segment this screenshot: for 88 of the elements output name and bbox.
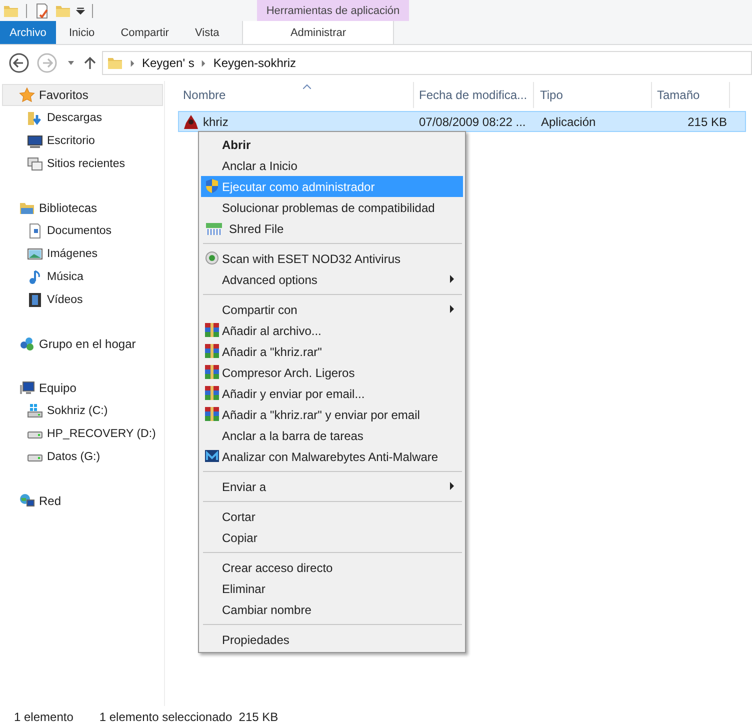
column-header[interactable]: Tamaño xyxy=(652,82,730,108)
ribbon-tab[interactable]: Archivo xyxy=(0,21,56,44)
menu-item[interactable]: Compartir con xyxy=(201,299,463,320)
menu-item[interactable]: Añadir y enviar por email... xyxy=(201,383,463,404)
file-type: Aplicación xyxy=(540,114,597,128)
shield-icon xyxy=(204,178,220,194)
back-icon[interactable] xyxy=(8,52,30,74)
menu-item[interactable]: Eliminar xyxy=(201,578,463,599)
downloads-icon xyxy=(27,110,43,126)
nav-item[interactable]: Sokhriz (C:) xyxy=(2,400,163,422)
system-drive-icon xyxy=(27,403,43,419)
nav-item[interactable]: Imágenes xyxy=(2,243,163,265)
status-text: 1 elemento seleccionado 215 KB xyxy=(99,710,278,724)
menu-item[interactable]: Añadir a "khriz.rar" y enviar por email xyxy=(201,404,463,425)
ribbon-tab[interactable]: Inicio xyxy=(56,21,108,44)
breadcrumb-item[interactable]: Keygen-sokhriz xyxy=(213,56,296,70)
nav-item[interactable]: Música xyxy=(2,266,163,288)
menu-item[interactable]: Shred File xyxy=(201,218,463,239)
computer-icon xyxy=(19,380,35,396)
submenu-arrow-icon xyxy=(450,275,454,283)
breadcrumb-item[interactable]: Keygen' s xyxy=(142,56,194,70)
nav-item[interactable]: Vídeos xyxy=(2,289,163,311)
nav-item[interactable]: Red xyxy=(2,490,163,512)
menu-item[interactable]: Enviar a xyxy=(201,476,463,497)
nav-item[interactable]: Equipo xyxy=(2,377,163,399)
eye-icon xyxy=(204,250,220,266)
recent-icon xyxy=(27,156,43,172)
video-icon xyxy=(27,292,43,308)
context-tab-header: Herramientas de aplicación xyxy=(257,0,409,21)
image-icon xyxy=(27,246,43,262)
network-icon xyxy=(19,493,35,509)
menu-item[interactable]: Anclar a la barra de tareas xyxy=(201,425,463,446)
menu-item[interactable]: Advanced options xyxy=(201,269,463,290)
chevron-icon[interactable] xyxy=(130,60,135,66)
nav-item[interactable]: Documentos xyxy=(2,220,163,242)
column-header[interactable]: Fecha de modifica... xyxy=(414,82,534,108)
menu-item[interactable]: Crear acceso directo xyxy=(201,557,463,578)
menu-item[interactable]: Cambiar nombre xyxy=(201,599,463,620)
file-size: 215 KB xyxy=(686,114,728,128)
chevron-icon[interactable] xyxy=(201,60,206,66)
document-icon[interactable] xyxy=(34,2,50,18)
m-logo-icon xyxy=(204,448,220,464)
archive-icon xyxy=(204,322,220,338)
archive-icon xyxy=(204,406,220,422)
nav-item[interactable]: Bibliotecas xyxy=(2,197,163,219)
menu-item[interactable]: Analizar con Malwarebytes Anti-Malware xyxy=(201,446,463,467)
ribbon-tab[interactable]: Vista xyxy=(182,21,232,44)
archive-icon xyxy=(204,385,220,401)
nav-item[interactable]: Datos (G:) xyxy=(2,446,163,468)
nav-item[interactable]: Grupo en el hogar xyxy=(2,333,163,355)
nav-item[interactable]: Favoritos xyxy=(2,84,163,106)
up-icon[interactable] xyxy=(84,56,96,70)
library-icon xyxy=(19,200,35,216)
submenu-arrow-icon xyxy=(450,305,454,313)
column-header[interactable]: Tipo xyxy=(534,82,652,108)
file-row[interactable]: khriz 07/08/2009 08:22 ... Aplicación 215 KB xyxy=(178,111,746,132)
address-bar[interactable]: Keygen' s Keygen-sokhriz xyxy=(102,51,752,75)
menu-item[interactable]: Scan with ESET NOD32 Antivirus xyxy=(201,248,463,269)
ribbon-tab[interactable]: Administrar xyxy=(242,21,394,44)
nav-item[interactable]: Escritorio xyxy=(2,130,163,152)
document-icon xyxy=(27,223,43,239)
menu-item[interactable]: Añadir al archivo... xyxy=(201,320,463,341)
submenu-arrow-icon xyxy=(450,482,454,490)
homegroup-icon xyxy=(19,336,35,352)
nav-item[interactable]: HP_RECOVERY (D:) xyxy=(2,423,163,445)
shredder-icon xyxy=(204,220,224,236)
music-icon xyxy=(27,269,43,285)
ribbon-tab[interactable]: Compartir xyxy=(108,21,182,44)
folder-icon xyxy=(107,55,123,71)
dropdown-icon[interactable] xyxy=(76,6,85,15)
column-header[interactable]: Nombre xyxy=(178,82,414,108)
menu-item[interactable]: Cortar xyxy=(201,506,463,527)
archive-icon xyxy=(204,343,220,359)
menu-item[interactable]: Abrir xyxy=(201,134,463,155)
menu-item[interactable]: Copiar xyxy=(201,527,463,548)
desktop-icon xyxy=(27,133,43,149)
menu-item[interactable]: Propiedades xyxy=(201,629,463,650)
menu-item[interactable]: Añadir a "khriz.rar" xyxy=(201,341,463,362)
archive-icon xyxy=(204,364,220,380)
nav-item[interactable]: Sitios recientes xyxy=(2,153,163,175)
star-icon xyxy=(19,87,35,103)
nav-item[interactable]: Descargas xyxy=(2,107,163,129)
status-text: 1 elemento xyxy=(14,710,74,724)
menu-item[interactable]: Solucionar problemas de compatibilidad xyxy=(201,197,463,218)
file-name: khriz xyxy=(203,114,228,128)
menu-item[interactable]: Anclar a Inicio xyxy=(201,155,463,176)
menu-item[interactable]: Compresor Arch. Ligeros xyxy=(201,362,463,383)
file-date: 07/08/2009 08:22 ... xyxy=(418,114,527,128)
